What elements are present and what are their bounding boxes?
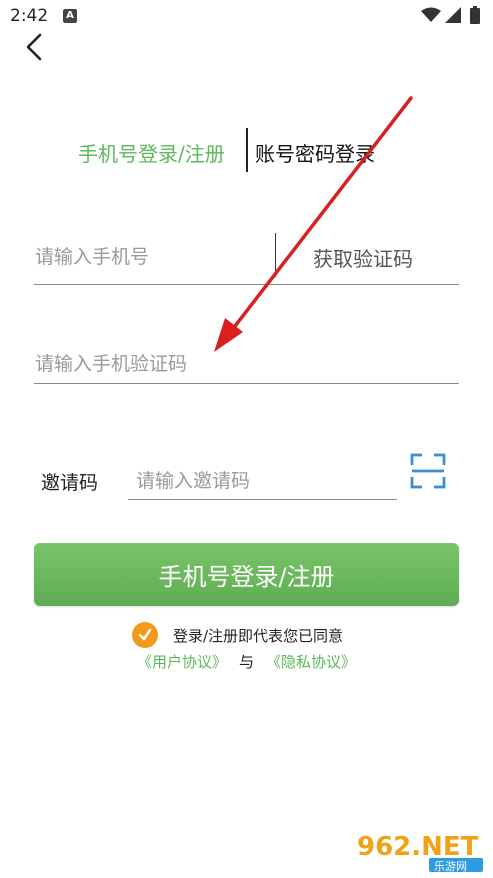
invite-underline bbox=[128, 499, 397, 500]
phone-underline bbox=[34, 284, 459, 285]
get-code-button[interactable]: 获取验证码 bbox=[313, 243, 413, 272]
tab-password-login[interactable]: 账号密码登录 bbox=[255, 138, 375, 167]
code-underline bbox=[34, 383, 459, 384]
agreement-and: 与 bbox=[238, 653, 254, 671]
verification-code-input[interactable] bbox=[35, 347, 455, 381]
battery-icon bbox=[470, 6, 480, 24]
invite-code-input[interactable] bbox=[136, 465, 391, 497]
watermark-logo: 962.NET 乐游网 bbox=[357, 832, 483, 872]
scan-icon[interactable] bbox=[410, 453, 446, 489]
phone-input[interactable] bbox=[35, 240, 265, 274]
agreement-links: 《用户协议》与《隐私协议》 bbox=[0, 651, 493, 672]
checkmark-icon bbox=[138, 628, 152, 641]
agree-checkbox[interactable] bbox=[132, 622, 158, 648]
app-notification-icon: A bbox=[63, 9, 77, 23]
status-time: 2:42 bbox=[10, 6, 49, 26]
login-register-button[interactable]: 手机号登录/注册 bbox=[34, 543, 459, 606]
tab-phone-login[interactable]: 手机号登录/注册 bbox=[78, 138, 225, 167]
privacy-agreement-link[interactable]: 《隐私协议》 bbox=[266, 653, 356, 671]
back-arrow-icon[interactable] bbox=[22, 32, 48, 62]
invite-code-label: 邀请码 bbox=[41, 472, 99, 494]
signal-icon bbox=[445, 7, 461, 23]
wifi-icon bbox=[421, 7, 441, 22]
tab-divider bbox=[246, 128, 248, 172]
phone-field-divider bbox=[275, 233, 276, 277]
user-agreement-link[interactable]: 《用户协议》 bbox=[137, 653, 227, 671]
agreement-text: 登录/注册即代表您已同意 bbox=[173, 627, 344, 645]
watermark-brand: 962.NET bbox=[357, 832, 479, 862]
watermark-sub: 乐游网 bbox=[434, 860, 467, 872]
